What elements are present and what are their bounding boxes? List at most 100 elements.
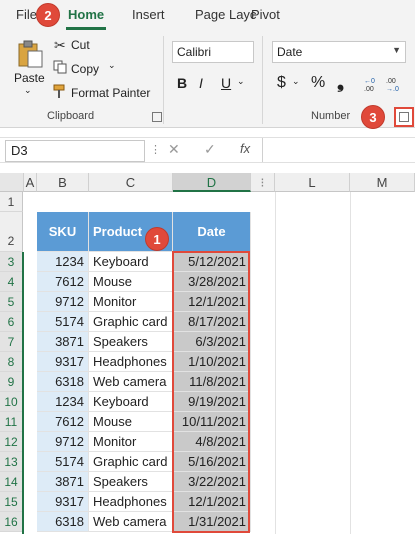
cell-sku[interactable]: 9712 <box>37 432 89 452</box>
header-sku[interactable]: SKU <box>37 212 89 252</box>
bold-button[interactable]: B <box>177 75 187 91</box>
cell-sku[interactable]: 1234 <box>37 252 89 272</box>
svg-text:.00: .00 <box>386 78 396 85</box>
cell-product[interactable]: Mouse <box>89 272 173 292</box>
dialog-launcher-icon <box>399 112 409 122</box>
row-header-14[interactable]: 14 <box>0 472 23 492</box>
percent-button[interactable]: % <box>311 74 325 92</box>
cell-product[interactable]: Keyboard <box>89 392 173 412</box>
name-box[interactable]: D3 <box>5 140 145 162</box>
copy-button[interactable]: Copy <box>71 62 99 76</box>
cell-sku[interactable]: 1234 <box>37 392 89 412</box>
cell-product[interactable]: Speakers <box>89 472 173 492</box>
row-header-16[interactable]: 16 <box>0 512 23 532</box>
paste-button[interactable]: Paste <box>14 71 45 85</box>
cell-sku[interactable]: 9317 <box>37 352 89 372</box>
cell-product[interactable]: Keyboard <box>89 252 173 272</box>
cell-product[interactable]: Graphic card <box>89 452 173 472</box>
column-header-b[interactable]: B <box>37 173 89 192</box>
font-name-combo[interactable]: Calibri <box>172 41 254 63</box>
number-format-combo[interactable]: Date ▼ <box>272 41 406 63</box>
row-header-10[interactable]: 10 <box>0 392 23 412</box>
formula-bar: D3 ⋮ ✕ ✓ fx <box>0 137 415 163</box>
function-icon[interactable]: fx <box>240 141 250 156</box>
row-header-6[interactable]: 6 <box>0 312 23 332</box>
copy-dropdown-icon[interactable]: ⌄ <box>108 60 116 71</box>
cell-sku[interactable]: 6318 <box>37 512 89 532</box>
cancel-icon[interactable]: ✕ <box>168 141 180 158</box>
cell-sku[interactable]: 7612 <box>37 272 89 292</box>
column-header-a[interactable]: A <box>24 173 37 192</box>
enter-icon[interactable]: ✓ <box>204 141 216 158</box>
ribbon: File Home Insert Page Layc Pivot Paste ⌄… <box>0 0 415 128</box>
tab-page-layout[interactable]: Page Layc <box>195 7 256 22</box>
cell-product[interactable]: Headphones <box>89 352 173 372</box>
column-header-m[interactable]: M <box>350 173 415 192</box>
font-name-value: Calibri <box>177 45 212 59</box>
comma-style-button[interactable]: ❟ <box>337 72 344 93</box>
cell-product[interactable]: Mouse <box>89 412 173 432</box>
select-all-corner[interactable] <box>0 173 24 192</box>
cell-product[interactable]: Graphic card <box>89 312 173 332</box>
tab-insert[interactable]: Insert <box>132 7 165 22</box>
chevron-down-icon: ▼ <box>392 45 401 55</box>
number-launcher-button[interactable] <box>394 107 414 127</box>
cell-sku[interactable]: 9317 <box>37 492 89 512</box>
cell-product[interactable]: Headphones <box>89 492 173 512</box>
row-header-3[interactable]: 3 <box>0 252 23 272</box>
cell-sku[interactable]: 5174 <box>37 312 89 332</box>
cell-sku[interactable]: 3871 <box>37 472 89 492</box>
cell-product[interactable]: Web camera <box>89 372 173 392</box>
column-header-c[interactable]: C <box>89 173 173 192</box>
clipboard-group-label: Clipboard <box>47 110 95 122</box>
decrease-decimal-icon[interactable]: .00 →.0 <box>384 75 402 93</box>
cell-sku[interactable]: 7612 <box>37 412 89 432</box>
row-header-4[interactable]: 4 <box>0 272 23 292</box>
svg-text:.00: .00 <box>364 86 374 93</box>
name-box-value: D3 <box>11 143 28 158</box>
ribbon-separator <box>163 36 164 124</box>
row-header-11[interactable]: 11 <box>0 412 23 432</box>
step-badge-2: 2 <box>36 3 60 27</box>
paste-icon[interactable] <box>14 38 46 70</box>
tab-home[interactable]: Home <box>68 7 104 22</box>
selected-rows-indicator <box>22 252 24 534</box>
row-header-7[interactable]: 7 <box>0 332 23 352</box>
currency-button[interactable]: $ <box>277 74 286 92</box>
row-header-9[interactable]: 9 <box>0 372 23 392</box>
column-header-d[interactable]: D <box>173 173 251 192</box>
row-header-2[interactable]: 2 <box>0 212 23 252</box>
increase-decimal-icon[interactable]: ←0.00 <box>362 75 380 93</box>
cell-sku[interactable]: 3871 <box>37 332 89 352</box>
formula-input[interactable] <box>262 138 415 162</box>
row-header-15[interactable]: 15 <box>0 492 23 512</box>
italic-button[interactable]: I <box>199 75 203 91</box>
column-header-l[interactable]: L <box>275 173 350 192</box>
row-header-12[interactable]: 12 <box>0 432 23 452</box>
paste-dropdown-icon[interactable]: ⌄ <box>24 85 32 96</box>
cell-sku[interactable]: 9712 <box>37 292 89 312</box>
svg-text:→.0: →.0 <box>386 86 399 93</box>
cell-sku[interactable]: 5174 <box>37 452 89 472</box>
cell-sku[interactable]: 6318 <box>37 372 89 392</box>
cut-button[interactable]: Cut <box>71 38 90 52</box>
cell-product[interactable]: Monitor <box>89 432 173 452</box>
tab-pivot[interactable]: Pivot <box>251 7 280 22</box>
currency-dropdown-icon[interactable]: ⌄ <box>292 76 300 87</box>
row-header-1[interactable]: 1 <box>0 192 23 212</box>
underline-button[interactable]: U <box>221 75 231 91</box>
row-header-5[interactable]: 5 <box>0 292 23 312</box>
format-painter-button[interactable]: Format Painter <box>71 86 150 100</box>
row-header-8[interactable]: 8 <box>0 352 23 372</box>
underline-dropdown-icon[interactable]: ⌄ <box>237 76 245 87</box>
row-header-13[interactable]: 13 <box>0 452 23 472</box>
more-icon: ⋮ <box>150 144 161 156</box>
step-badge-1: 1 <box>145 227 169 251</box>
svg-text:←0: ←0 <box>364 78 375 85</box>
cell-product[interactable]: Monitor <box>89 292 173 312</box>
clipboard-launcher-icon[interactable] <box>152 112 162 122</box>
cell-product[interactable]: Speakers <box>89 332 173 352</box>
tab-file[interactable]: File <box>16 7 37 22</box>
header-date[interactable]: Date <box>173 212 251 252</box>
cell-product[interactable]: Web camera <box>89 512 173 532</box>
